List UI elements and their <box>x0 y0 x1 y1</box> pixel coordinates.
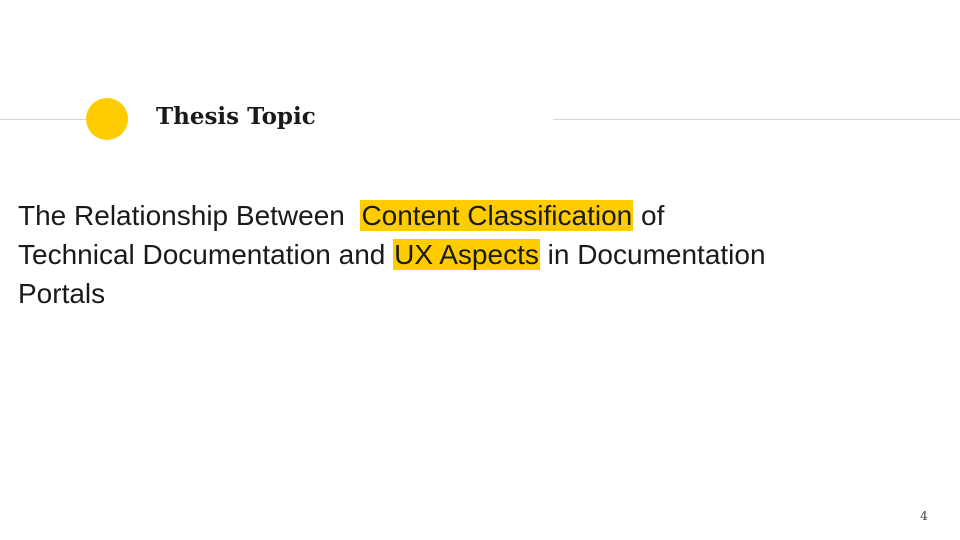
title-divider-right <box>553 119 960 120</box>
title-divider-left <box>0 119 90 120</box>
slide-title: Thesis Topic <box>156 103 316 130</box>
slide: Thesis Topic The Relationship Between Co… <box>0 0 960 540</box>
body-text-part-1: The Relationship Between <box>18 200 361 231</box>
slide-body-text: The Relationship Between Content Classif… <box>18 196 778 313</box>
page-number: 4 <box>920 509 928 523</box>
accent-circle-icon <box>86 98 128 140</box>
highlight-ux-aspects: UX Aspects <box>393 239 540 270</box>
highlight-content-classification: Content Classification <box>360 200 634 231</box>
